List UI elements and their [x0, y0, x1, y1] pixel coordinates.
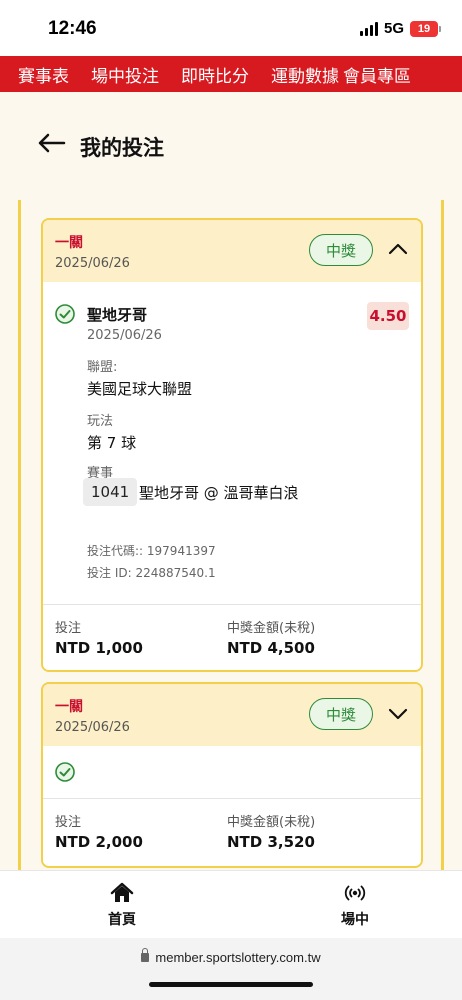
bet-card-body: 聖地牙哥 2025/06/26 4.50 聯盟: 美國足球大聯盟 玩法 第 7 …	[43, 282, 421, 604]
win-status-badge: 中獎	[309, 698, 373, 730]
chevron-up-icon[interactable]	[387, 238, 409, 260]
league-value: 美國足球大聯盟	[87, 380, 193, 398]
play-value: 第 7 球	[87, 434, 137, 452]
browser-url-bar: member.sportslottery.com.tw	[0, 938, 462, 1000]
home-icon	[110, 882, 134, 902]
stake-value: NTD 2,000	[55, 833, 143, 851]
stake-label: 投注	[55, 815, 82, 830]
chevron-down-icon[interactable]	[387, 702, 409, 724]
status-indicators: 5G 19	[359, 20, 441, 37]
stake-label: 投注	[55, 621, 82, 636]
nav-item-member-area[interactable]: 會員專區	[343, 62, 411, 87]
bet-card: 一關 2025/06/26 中獎 聖地牙哥 2025/06/26 4.50 聯盟…	[41, 218, 423, 672]
payout-value: NTD 3,520	[227, 833, 315, 851]
back-arrow-icon[interactable]	[36, 132, 66, 154]
nav-item-schedule[interactable]: 賽事表	[18, 62, 69, 87]
bet-card: 一關 2025/06/26 中獎 投注 NTD 2,000 中獎金額(未稅) N…	[41, 682, 423, 868]
play-label: 玩法	[87, 414, 114, 429]
check-circle-icon	[55, 304, 75, 324]
bet-card-header[interactable]: 一關 2025/06/26 中獎	[43, 220, 421, 282]
bet-card-footer: 投注 NTD 1,000 中獎金額(未稅) NTD 4,500	[43, 604, 421, 670]
event-name: 聖地牙哥 @ 溫哥華白浪	[139, 484, 299, 502]
nav-item-live-betting[interactable]: 場中投注	[91, 62, 159, 87]
bet-id: 投注 ID: 224887540.1	[87, 566, 216, 580]
bet-type: 一關	[55, 235, 83, 251]
payout-label: 中獎金額(未稅)	[227, 815, 316, 830]
bet-code: 投注代碼:: 197941397	[87, 544, 216, 558]
battery-icon: 19	[410, 20, 441, 37]
bet-type: 一關	[55, 699, 83, 715]
tab-home-label: 首頁	[108, 912, 136, 928]
odds-badge: 4.50	[367, 302, 409, 330]
bet-date: 2025/06/26	[55, 720, 130, 735]
tab-home[interactable]: 首頁	[82, 877, 162, 935]
win-status-badge: 中獎	[309, 234, 373, 266]
event-id: 1041	[83, 478, 138, 506]
bottom-tab-bar: 首頁 場中	[0, 870, 462, 938]
bet-card-footer: 投注 NTD 2,000 中獎金額(未稅) NTD 3,520	[43, 798, 421, 864]
payout-label: 中獎金額(未稅)	[227, 621, 316, 636]
live-broadcast-icon	[344, 885, 366, 901]
url-display[interactable]: member.sportslottery.com.tw	[0, 948, 462, 965]
lock-icon	[141, 948, 150, 962]
payout-value: NTD 4,500	[227, 639, 315, 657]
url-text: member.sportslottery.com.tw	[155, 950, 321, 965]
selection-team: 聖地牙哥	[87, 306, 148, 324]
selection-date: 2025/06/26	[87, 328, 162, 343]
stake-value: NTD 1,000	[55, 639, 143, 657]
tab-live-label: 場中	[341, 912, 369, 928]
bet-list[interactable]: 一關 2025/06/26 中獎 聖地牙哥 2025/06/26 4.50 聯盟…	[18, 200, 444, 870]
network-type: 5G	[383, 20, 404, 37]
status-bar: 12:46 5G 19	[0, 0, 462, 56]
nav-item-live-scores[interactable]: 即時比分	[181, 62, 249, 87]
bet-date: 2025/06/26	[55, 256, 130, 271]
page-header: 我的投注	[0, 92, 462, 192]
league-label: 聯盟:	[87, 360, 118, 375]
top-nav: 賽事表 場中投注 即時比分 運動數據 會員專區	[0, 56, 462, 92]
bet-card-header[interactable]: 一關 2025/06/26 中獎	[43, 684, 421, 746]
page-title: 我的投注	[80, 136, 164, 160]
nav-item-sports-data[interactable]: 運動數據	[271, 62, 339, 87]
status-time: 12:46	[48, 18, 97, 39]
check-circle-icon	[55, 762, 75, 782]
signal-icon	[359, 21, 378, 36]
bet-card-body	[43, 746, 421, 798]
home-indicator[interactable]	[149, 982, 313, 987]
tab-live[interactable]: 場中	[315, 877, 395, 935]
